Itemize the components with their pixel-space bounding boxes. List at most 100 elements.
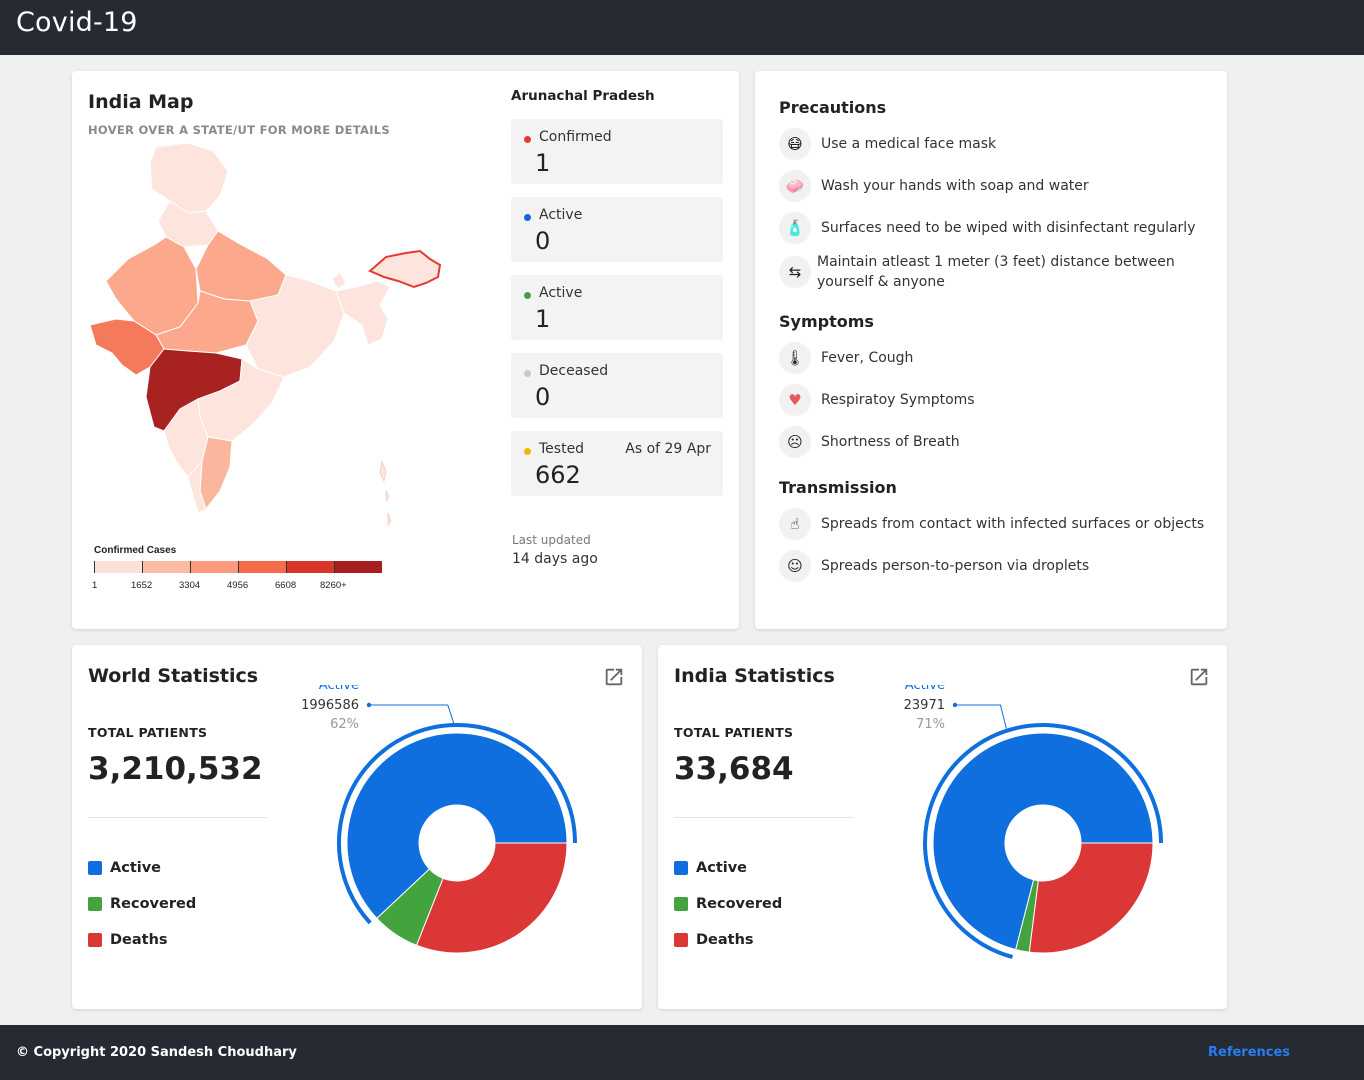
india-donut-chart[interactable]: Active 23971 71%: [883, 685, 1183, 965]
map-title: India Map: [88, 91, 194, 113]
open-external-icon[interactable]: [603, 666, 625, 688]
map-islands-andaman[interactable]: [379, 459, 392, 526]
legend-ticks: 1 1652 3304 4956 6608 8260+: [90, 580, 390, 592]
divider: [88, 817, 267, 818]
legend-label: Recovered: [110, 896, 197, 912]
thermometer-icon: 🌡: [779, 342, 811, 374]
legend-swatch: [334, 561, 382, 573]
legend-recovered[interactable]: Recovered: [88, 896, 196, 912]
legend-scale: [94, 561, 382, 573]
symptom-item: 🌡 Fever, Cough: [779, 342, 1209, 374]
stat-value: 1: [535, 305, 551, 333]
donut-slice-deaths[interactable]: [415, 842, 568, 954]
legend-label: Deaths: [110, 932, 168, 948]
stat-value: 0: [535, 227, 551, 255]
legend-title: Confirmed Cases: [94, 545, 177, 556]
legend-swatch: [88, 933, 102, 947]
last-updated-label: Last updated: [512, 533, 591, 547]
transmission-item: ☝ Spreads from contact with infected sur…: [779, 508, 1209, 540]
callout-leader: [369, 704, 455, 724]
legend-swatch: [674, 861, 688, 875]
legend-tick: 1652: [131, 580, 153, 591]
status-dot: [524, 292, 531, 299]
stat-as-of: As of 29 Apr: [625, 441, 711, 457]
total-patients-label: TOTAL PATIENTS: [674, 725, 794, 740]
legend-deaths[interactable]: Deaths: [674, 932, 754, 948]
stat-active: Active 0: [511, 197, 723, 262]
map-state-northeast[interactable]: [335, 280, 391, 346]
world-statistics-card: World Statistics TOTAL PATIENTS 3,210,53…: [72, 645, 642, 1009]
total-patients-value: 33,684: [674, 751, 794, 787]
legend-label: Active: [110, 860, 162, 876]
callout-value: 23971: [904, 698, 945, 713]
callout-dot: [952, 702, 958, 708]
map-state-sikkim[interactable]: [331, 272, 347, 290]
precaution-text: Use a medical face mask: [821, 136, 997, 152]
legend-active[interactable]: Active: [88, 860, 161, 876]
fingerprint-icon: ☝: [779, 508, 811, 540]
precaution-text: Wash your hands with soap and water: [821, 178, 1089, 194]
precaution-text: Surfaces need to be wiped with disinfect…: [821, 220, 1196, 236]
symptom-item: ♥ Respiratoy Symptoms: [779, 384, 1209, 416]
map-state-arunachal[interactable]: [368, 249, 442, 289]
references-link[interactable]: References: [1208, 1045, 1290, 1060]
stat-recovered: Active 1: [511, 275, 723, 340]
legend-swatch: [674, 933, 688, 947]
open-external-icon[interactable]: [1188, 666, 1210, 688]
legend-tick: 8260+: [320, 580, 347, 591]
status-dot: [524, 136, 531, 143]
divider: [674, 817, 853, 818]
legend-swatch: [88, 861, 102, 875]
status-dot: [524, 370, 531, 377]
stat-value: 0: [535, 383, 551, 411]
legend-tick: 6608: [275, 580, 297, 591]
callout-value: 1996586: [301, 698, 359, 713]
transmission-text: Spreads from contact with infected surfa…: [821, 516, 1205, 532]
symptom-text: Respiratoy Symptoms: [821, 392, 975, 408]
legend-swatch: [286, 561, 334, 573]
world-title: World Statistics: [88, 665, 259, 687]
world-donut-chart[interactable]: Active 1996586 62%: [297, 685, 597, 965]
stat-value: 1: [535, 149, 551, 177]
stat-label: Tested: [539, 441, 585, 457]
legend-label: Active: [696, 860, 748, 876]
app-title[interactable]: Covid-19: [16, 7, 138, 38]
india-map-card: India Map HOVER OVER A STATE/UT FOR MORE…: [72, 71, 739, 629]
status-dot: [524, 214, 531, 221]
precaution-text: Maintain atleast 1 meter (3 feet) distan…: [817, 254, 1175, 290]
legend-swatch: [142, 561, 190, 573]
legend-swatch: [88, 897, 102, 911]
callout-dot: [366, 702, 372, 708]
stat-label: Deceased: [539, 363, 609, 379]
stat-confirmed: Confirmed 1: [511, 119, 723, 184]
symptom-text: Shortness of Breath: [821, 434, 960, 450]
legend-deaths[interactable]: Deaths: [88, 932, 168, 948]
precaution-item: 🧴 Surfaces need to be wiped with disinfe…: [779, 212, 1209, 244]
india-statistics-card: India Statistics TOTAL PATIENTS 33,684 A…: [658, 645, 1227, 1009]
stat-label: Active: [539, 285, 583, 301]
india-map[interactable]: [88, 141, 448, 551]
legend-swatch: [190, 561, 238, 573]
callout-percent: 71%: [916, 717, 945, 732]
callout-label: Active: [319, 685, 359, 693]
legend-active[interactable]: Active: [674, 860, 747, 876]
transmission-item: ☺ Spreads person-to-person via droplets: [779, 550, 1209, 582]
precautions-heading: Precautions: [779, 98, 887, 117]
stat-label: Active: [539, 207, 583, 223]
last-updated-value: 14 days ago: [512, 551, 598, 567]
legend-label: Deaths: [696, 932, 754, 948]
copyright-text: © Copyright 2020 Sandesh Choudhary: [16, 1045, 297, 1060]
legend-recovered[interactable]: Recovered: [674, 896, 782, 912]
hand-wash-icon: 🧼: [779, 170, 811, 202]
total-patients-value: 3,210,532: [88, 751, 263, 787]
symptom-text: Fever, Cough: [821, 350, 914, 366]
precaution-item: 😷 Use a medical face mask: [779, 128, 1209, 160]
stat-deceased: Deceased 0: [511, 353, 723, 418]
map-state-tamilnadu[interactable]: [199, 436, 233, 511]
callout-percent: 62%: [330, 717, 359, 732]
donut-slice-deaths[interactable]: [1028, 842, 1154, 954]
stat-tested: Tested As of 29 Apr 662: [511, 431, 723, 496]
map-state-jk[interactable]: [149, 142, 229, 214]
precaution-item: ⇆ Maintain atleast 1 meter (3 feet) dist…: [779, 252, 1209, 292]
symptoms-heading: Symptoms: [779, 312, 874, 331]
